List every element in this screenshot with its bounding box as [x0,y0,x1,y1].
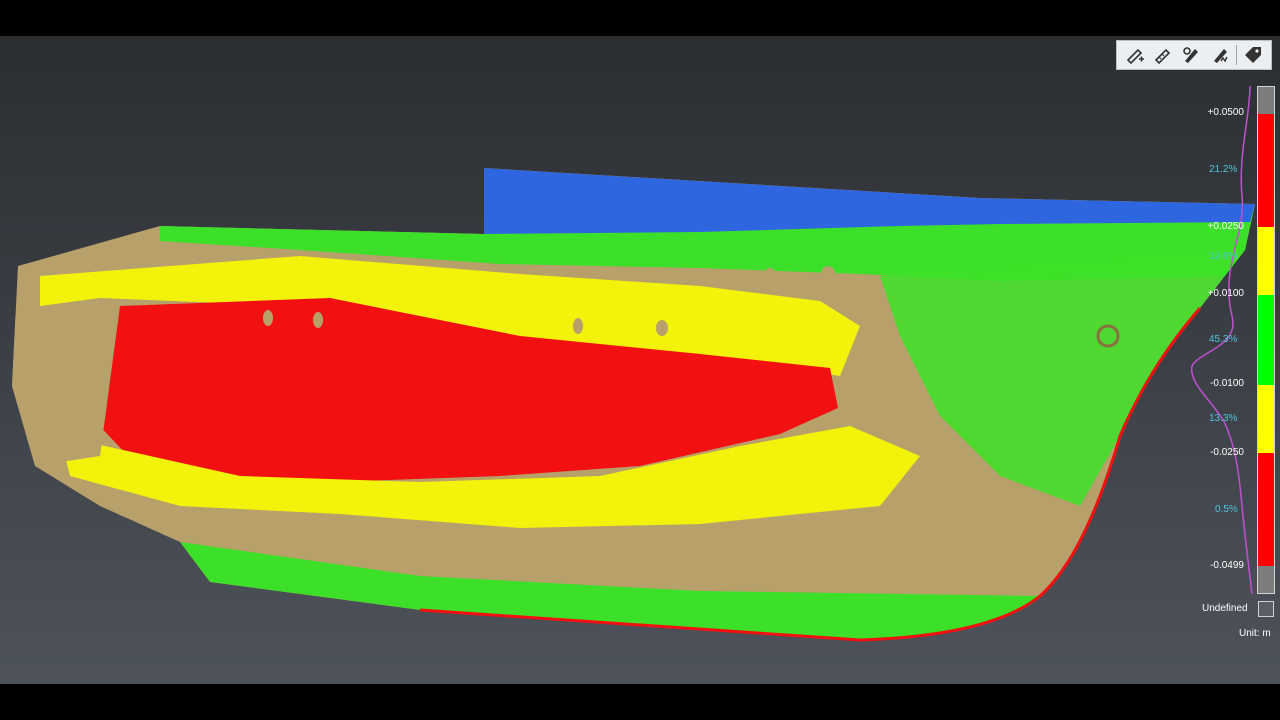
undefined-label: Undefined [1202,603,1248,614]
scale-tick-label: -0.0499 [1210,560,1244,571]
unit-label: Unit: m [1239,628,1271,639]
scale-percentage-label: 45.3% [1209,334,1238,345]
scale-percentage-label: 21.2% [1209,164,1238,175]
scale-tick-label: -0.0100 [1210,378,1244,389]
3d-viewport[interactable]: +0.0500 +0.0250 +0.0100 -0.0100 -0.0250 … [0,36,1280,684]
scale-green [1258,295,1274,385]
inspect-button[interactable] [1208,43,1232,67]
porthole-1 [263,310,273,326]
porthole-5 [764,268,776,284]
scale-tick-label: +0.0500 [1207,107,1244,118]
tag-icon [1244,47,1261,63]
porthole-3 [573,318,583,334]
scale-percentage-label: 13.3% [1209,413,1238,424]
toolbar-separator [1235,45,1237,65]
annotate-button[interactable] [1179,43,1203,67]
inspect-icon [1213,49,1228,63]
add-measure-button[interactable] [1123,43,1147,67]
annotate-icon [1183,47,1199,63]
scale-below-range [1258,566,1274,593]
add-measure-icon [1126,48,1145,65]
scale-yellow-high [1258,227,1274,295]
scale-red-low [1258,453,1274,566]
scale-tick-label: +0.0250 [1207,221,1244,232]
porthole-6 [821,266,835,282]
point-cloud-hull[interactable] [0,36,1280,684]
scale-yellow-low [1258,385,1274,453]
letterbox-bottom [0,684,1280,720]
tag-button[interactable] [1241,43,1265,67]
porthole-2 [313,312,323,328]
scale-above-range [1258,87,1274,114]
scale-percentage-label: 19.6% [1209,251,1238,262]
view-toolbar [1116,40,1272,70]
scale-red-high [1258,114,1274,227]
edit-measure-icon [1155,48,1171,65]
scale-percentage-label: 0.5% [1215,504,1238,515]
scale-tick-label: +0.0100 [1207,288,1244,299]
scale-tick-label: -0.0250 [1210,447,1244,458]
letterbox-top [0,0,1280,36]
edit-measure-button[interactable] [1151,43,1175,67]
undefined-color-swatch[interactable] [1258,601,1274,617]
color-scale-bar[interactable] [1257,86,1275,594]
porthole-4 [656,320,668,336]
